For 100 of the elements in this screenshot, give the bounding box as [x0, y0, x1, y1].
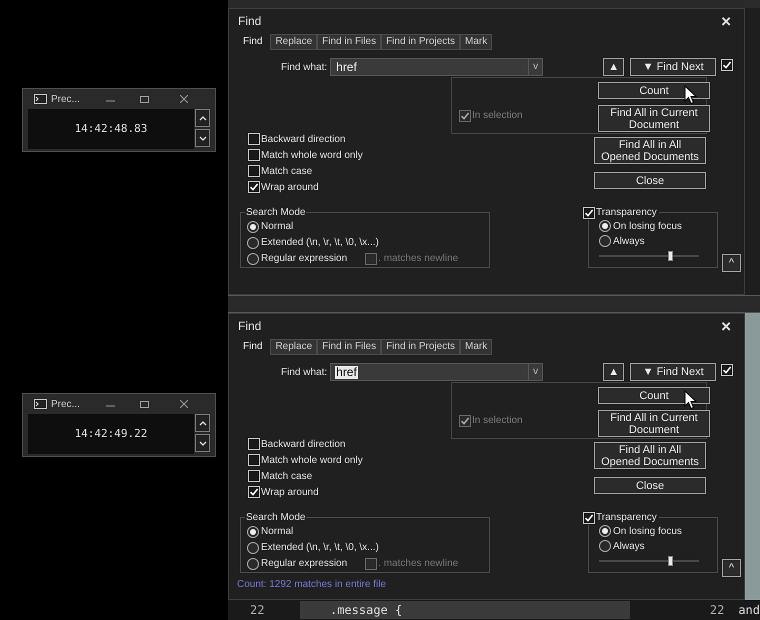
tab[interactable]: Replace [270, 339, 318, 355]
find-all-opened-button[interactable]: Find All in All Opened Documents [594, 442, 706, 469]
tab[interactable]: Mark [460, 34, 492, 50]
checkbox[interactable] [248, 454, 260, 466]
mouse-pointer-icon [684, 390, 698, 410]
chevron-down-icon [198, 136, 206, 140]
tab[interactable]: Find in Files [317, 339, 382, 355]
mouse-pointer-icon [684, 85, 698, 105]
dropdown-button[interactable]: v [528, 59, 542, 75]
find-previous-button[interactable]: ▲ [603, 363, 624, 381]
search-mode-option: Normal [261, 524, 294, 539]
find-all-opened-button[interactable]: Find All in All Opened Documents [594, 137, 706, 164]
option-label: Wrap around [261, 486, 319, 500]
tab[interactable]: Find in Projects [381, 339, 460, 355]
radio-button[interactable] [599, 540, 611, 552]
spin-up-button[interactable] [195, 414, 210, 432]
tab[interactable]: Find in Files [317, 34, 382, 50]
find-previous-button[interactable]: ▲ [603, 58, 624, 76]
search-mode-option: Extended (\n, \r, \t, \0, \x...) [261, 540, 379, 555]
search-mode-title: Search Mode [245, 206, 306, 220]
clock-window-title: Prec... [51, 92, 80, 106]
find-what-combo[interactable]: href v [330, 58, 544, 76]
search-mode-option: Regular expression [261, 251, 348, 266]
clock-time: 14:42:48.83 [74, 120, 148, 137]
radio-button[interactable] [247, 558, 259, 570]
maximize-icon[interactable] [140, 94, 149, 104]
close-dialog-button[interactable]: Close [594, 172, 706, 189]
tab[interactable]: Find in Projects [381, 34, 460, 50]
search-mode-title: Search Mode [245, 511, 306, 525]
in-selection-label: In selection [472, 109, 523, 123]
radio-button[interactable] [247, 542, 259, 554]
code-line: and [738, 602, 760, 619]
count-button[interactable]: Count [598, 82, 710, 99]
slider-thumb[interactable] [668, 556, 673, 566]
checkbox[interactable] [248, 486, 260, 498]
option-label: Match whole word only [261, 148, 363, 162]
console-icon [34, 94, 47, 104]
find-all-current-button[interactable]: Find All in Current Document [598, 105, 710, 132]
checkbox[interactable] [721, 58, 734, 71]
clock-time: 14:42:49.22 [74, 426, 148, 442]
find-all-current-button[interactable]: Find All in Current Document [598, 410, 710, 437]
matches-newline-label: . matches newline [378, 252, 458, 266]
close-icon[interactable] [180, 95, 188, 103]
close-button[interactable]: × [717, 12, 735, 30]
find-what-value: href [335, 60, 358, 74]
status-message: Count: 1292 matches in entire file [237, 578, 387, 592]
close-dialog-button[interactable]: Close [594, 477, 706, 494]
spin-down-button[interactable] [195, 434, 210, 452]
find-what-value: href [335, 366, 358, 378]
checkbox[interactable] [248, 165, 260, 177]
checkbox[interactable] [248, 438, 260, 450]
collapse-button[interactable]: ^ [722, 559, 741, 577]
tab[interactable]: Find [235, 339, 270, 355]
slider-thumb[interactable] [668, 251, 673, 261]
search-mode-option: Extended (\n, \r, \t, \0, \x...) [261, 235, 379, 250]
radio-button[interactable] [247, 526, 259, 538]
transparency-option: Always [613, 538, 645, 554]
transparency-option: On losing focus [613, 218, 682, 234]
spin-down-button[interactable] [195, 129, 210, 147]
close-button[interactable]: × [717, 318, 735, 334]
checkbox[interactable] [721, 364, 734, 376]
dialog-title: Find [238, 13, 262, 30]
clock-window-title: Prec... [51, 398, 80, 412]
checkbox[interactable] [583, 512, 595, 524]
radio-button[interactable] [247, 220, 259, 232]
checkbox[interactable] [583, 206, 595, 218]
radio-button[interactable] [599, 525, 611, 537]
line-number: 22 [710, 602, 724, 619]
radio-button[interactable] [247, 236, 259, 248]
close-icon[interactable] [180, 400, 188, 408]
checkbox[interactable] [248, 133, 260, 145]
tab[interactable]: Mark [460, 339, 492, 355]
chevron-up-icon [198, 420, 206, 426]
radio-button[interactable] [599, 220, 611, 232]
transparency-slider[interactable] [599, 251, 699, 261]
find-what-combo[interactable]: href v [330, 363, 544, 381]
search-mode-option: Regular expression [261, 556, 348, 571]
find-next-button[interactable]: ▼ Find Next [630, 58, 716, 76]
transparency-slider[interactable] [599, 556, 699, 566]
option-label: Wrap around [261, 180, 319, 194]
radio-button[interactable] [599, 235, 611, 247]
option-label: Backward direction [261, 438, 346, 452]
find-next-button[interactable]: ▼ Find Next [630, 363, 716, 381]
tab[interactable]: Find [235, 34, 270, 50]
spin-up-button[interactable] [195, 109, 210, 127]
option-label: Match whole word only [261, 454, 363, 468]
chevron-down-icon [198, 440, 206, 446]
tab[interactable]: Replace [270, 34, 318, 50]
transparency-label: Transparency [596, 206, 657, 220]
checkbox[interactable] [248, 470, 260, 482]
radio-button[interactable] [247, 252, 259, 264]
dropdown-button[interactable]: v [528, 364, 542, 380]
maximize-icon[interactable] [140, 400, 149, 408]
search-mode-option: Normal [261, 219, 294, 234]
checkbox[interactable] [248, 181, 260, 193]
checkbox[interactable] [248, 149, 260, 161]
chevron-up-icon [198, 116, 206, 120]
collapse-button[interactable]: ^ [722, 254, 741, 272]
option-label: Backward direction [261, 132, 346, 146]
count-button[interactable]: Count [598, 387, 710, 404]
